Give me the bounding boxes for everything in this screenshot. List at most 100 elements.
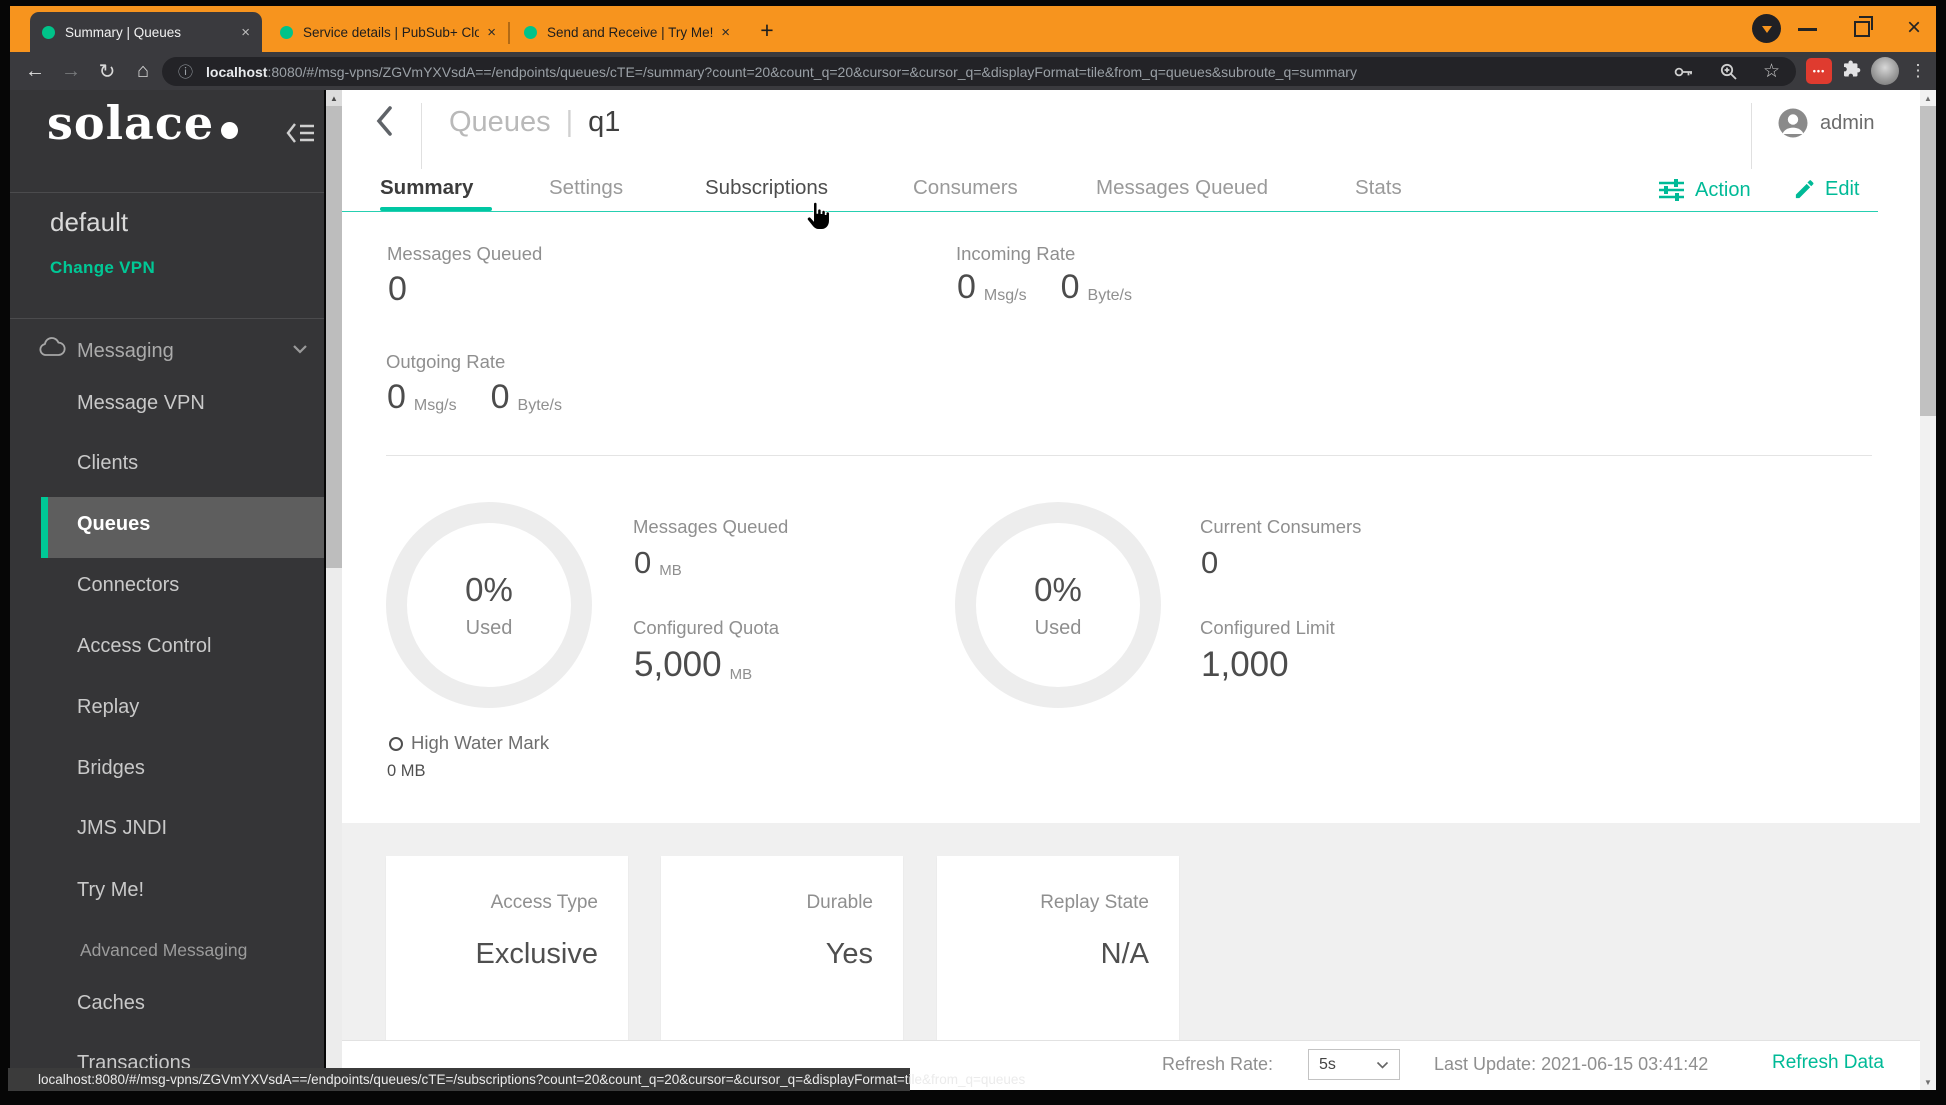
- change-vpn-link[interactable]: Change VPN: [50, 258, 155, 278]
- consumers-gauge: 0% Used: [955, 502, 1161, 708]
- tab-favicon: [42, 25, 55, 39]
- sidebar-scrollbar-thumb[interactable]: [326, 106, 342, 568]
- tab-summary[interactable]: Summary: [380, 176, 473, 200]
- scrollbar-up-arrow[interactable]: ▲: [1920, 90, 1936, 106]
- chevron-down-icon[interactable]: [292, 344, 308, 354]
- gauge2-stat2-label: Configured Limit: [1200, 617, 1335, 638]
- sidebar-collapse-icon[interactable]: [286, 122, 316, 144]
- breadcrumb[interactable]: Queues: [449, 106, 551, 139]
- edit-button[interactable]: Edit: [1793, 178, 1859, 201]
- section-divider: [386, 455, 1872, 456]
- sidebar-item-clients[interactable]: Clients: [77, 452, 138, 475]
- extensions-puzzle-icon[interactable]: [1840, 58, 1864, 82]
- action-button[interactable]: Action: [1658, 178, 1751, 202]
- browser-menu-icon[interactable]: ⋮: [1906, 57, 1930, 85]
- messages-queued-value: 0: [388, 270, 407, 308]
- back-icon[interactable]: ←: [20, 56, 50, 86]
- sidebar-item-jms-jndi[interactable]: JMS JNDI: [77, 817, 167, 840]
- user-name[interactable]: admin: [1820, 112, 1874, 135]
- scrollbar-up-arrow[interactable]: ▲: [326, 90, 342, 106]
- gauge1-stat2-label: Configured Quota: [633, 617, 780, 638]
- header-divider: [421, 103, 422, 169]
- solace-logo: solace: [47, 96, 239, 150]
- browser-tab-active[interactable]: Summary | Queues ×: [30, 12, 262, 52]
- mouse-cursor-hand: [806, 202, 830, 232]
- sidebar-item-replay[interactable]: Replay: [77, 696, 139, 719]
- sidebar-item-connectors[interactable]: Connectors: [77, 574, 179, 597]
- tab-close-icon[interactable]: ×: [241, 25, 250, 40]
- outgoing-msg-value: 0: [387, 378, 406, 416]
- tab-close-icon[interactable]: ×: [487, 25, 496, 40]
- sidebar-item-try-me[interactable]: Try Me!: [77, 879, 144, 902]
- outgoing-rate-label: Outgoing Rate: [386, 351, 506, 372]
- scrollbar-down-arrow[interactable]: ▼: [1920, 1074, 1936, 1090]
- refresh-data-button[interactable]: Refresh Data: [1772, 1052, 1884, 1074]
- site-info-icon[interactable]: ⓘ: [178, 61, 193, 82]
- adblock-extension-icon[interactable]: •••: [1806, 58, 1832, 84]
- logo-text: solace: [47, 96, 215, 150]
- window-minimize-button[interactable]: [1798, 28, 1817, 31]
- refresh-rate-value: 5s: [1319, 1055, 1336, 1073]
- zoom-icon[interactable]: [1720, 63, 1737, 80]
- tab-close-icon[interactable]: ×: [721, 25, 730, 40]
- tab-search-button[interactable]: [1752, 14, 1781, 43]
- tab-separator: [508, 22, 510, 44]
- gauge1-stat1-number: 0: [634, 545, 652, 580]
- sidebar-section-advanced-messaging: Advanced Messaging: [80, 940, 248, 960]
- window-restore-button[interactable]: [1854, 16, 1873, 37]
- access-type-value: Exclusive: [475, 938, 599, 970]
- durable-label: Durable: [806, 892, 873, 913]
- tab-subscriptions[interactable]: Subscriptions: [705, 176, 828, 200]
- password-key-icon[interactable]: [1674, 65, 1694, 79]
- high-water-mark-label: High Water Mark: [411, 732, 550, 753]
- new-tab-button[interactable]: +: [752, 16, 782, 44]
- browser-tab-3[interactable]: Send and Receive | Try Me! ×: [514, 15, 740, 49]
- refresh-rate-label: Refresh Rate:: [1162, 1054, 1274, 1074]
- refresh-rate-select[interactable]: 5s: [1308, 1049, 1400, 1080]
- url-text[interactable]: localhost:8080/#/msg-vpns/ZGVmYXVsdA==/e…: [206, 64, 1648, 80]
- tab-title: Service details | PubSub+ Cloud: [303, 24, 480, 40]
- access-type-label: Access Type: [490, 892, 598, 913]
- replay-state-label: Replay State: [1040, 892, 1149, 913]
- incoming-rate-label: Incoming Rate: [956, 243, 1076, 264]
- tab-title: Summary | Queues: [65, 24, 182, 40]
- sidebar-item-message-vpn[interactable]: Message VPN: [77, 392, 205, 415]
- window-close-button[interactable]: ×: [1899, 13, 1929, 43]
- messages-queued-label: Messages Queued: [387, 243, 543, 264]
- address-bar[interactable]: ⓘ localhost:8080/#/msg-vpns/ZGVmYXVsdA==…: [162, 57, 1796, 86]
- outgoing-byte-value: 0: [490, 378, 510, 416]
- page-title: Queues | q1: [449, 106, 620, 139]
- tab-title: Send and Receive | Try Me!: [547, 24, 714, 40]
- content-scrollbar-thumb[interactable]: [1920, 106, 1936, 416]
- browser-tab-2[interactable]: Service details | PubSub+ Cloud ×: [270, 15, 506, 49]
- incoming-rate-values: 0 Msg/s 0 Byte/s: [957, 268, 1132, 307]
- incoming-byte-value: 0: [1060, 268, 1080, 306]
- tab-stats[interactable]: Stats: [1355, 176, 1402, 200]
- quota-gauge-percent: 0%: [465, 570, 513, 608]
- tab-consumers[interactable]: Consumers: [913, 176, 1018, 200]
- user-avatar-icon[interactable]: [1777, 107, 1809, 139]
- durable-value: Yes: [825, 938, 873, 970]
- sidebar-item-queues[interactable]: Queues: [77, 513, 150, 536]
- tab-messages-queued[interactable]: Messages Queued: [1096, 176, 1268, 200]
- consumers-gauge-caption: Used: [1034, 616, 1082, 639]
- gauge1-stat1-unit: MB: [659, 562, 682, 579]
- sidebar-item-caches[interactable]: Caches: [77, 992, 145, 1015]
- tab-settings[interactable]: Settings: [549, 176, 623, 200]
- bookmark-star-icon[interactable]: ☆: [1763, 60, 1780, 83]
- browser-profile-avatar[interactable]: [1871, 57, 1899, 85]
- outgoing-rate-values: 0 Msg/s 0 Byte/s: [387, 378, 562, 417]
- incoming-byte-unit: Byte/s: [1087, 287, 1132, 304]
- back-button[interactable]: [372, 102, 398, 140]
- forward-icon[interactable]: →: [56, 56, 86, 86]
- sidebar-item-bridges[interactable]: Bridges: [77, 757, 145, 780]
- chevron-down-icon: [1761, 26, 1772, 33]
- sidebar-divider: [10, 192, 324, 193]
- tab-favicon: [280, 25, 293, 39]
- sidebar-item-access-control[interactable]: Access Control: [77, 635, 212, 658]
- incoming-msg-value: 0: [957, 268, 976, 306]
- home-icon[interactable]: ⌂: [128, 56, 158, 86]
- reload-icon[interactable]: ↻: [92, 56, 122, 86]
- sidebar-section-messaging[interactable]: Messaging: [77, 340, 174, 363]
- sidebar-active-bar: [41, 497, 48, 558]
